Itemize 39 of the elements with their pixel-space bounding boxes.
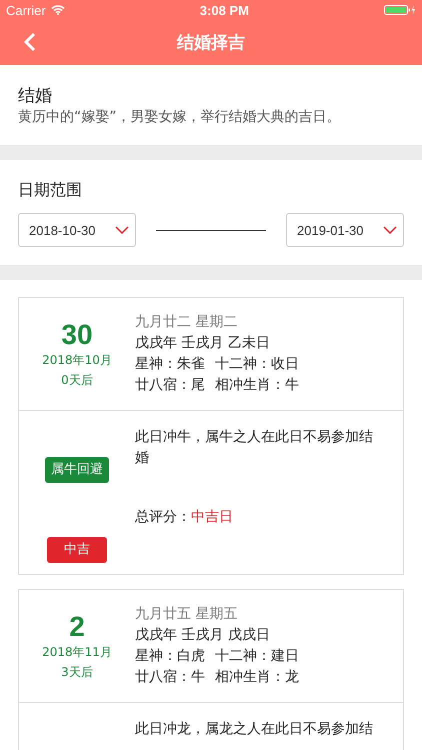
- wifi-icon: [50, 5, 65, 15]
- day-number: 30: [61, 320, 93, 350]
- lunar-date: 九月廿二 星期二: [135, 313, 238, 332]
- chevron-down-icon: [383, 226, 397, 234]
- star-god-text: 星神：白虎: [135, 647, 205, 666]
- battery-icon: [384, 4, 416, 16]
- page-title: 结婚择吉: [177, 32, 245, 54]
- rating-tag: 中吉: [47, 537, 107, 563]
- month-year: 2018年10月: [42, 352, 112, 369]
- ganzhi-text: 戊戌年 壬戌月 戊戌日: [135, 626, 271, 645]
- clash-note: 此日冲龙，属龙之人在此日不易参加结: [135, 720, 374, 739]
- event-description: 黄历中的“嫁娶”，男娶女嫁，举行结婚大典的吉日。: [18, 108, 342, 127]
- ganzhi-text: 戊戌年 壬戌月 乙未日: [135, 334, 271, 353]
- carrier-name: Carrier: [6, 2, 46, 18]
- mansion-text: 廿八宿：尾: [135, 376, 205, 395]
- clash-note: 此日冲牛，属牛之人在此日不易参加结婚: [135, 428, 374, 468]
- days-until: 0天后: [61, 372, 93, 389]
- date-range-label: 日期范围: [18, 179, 83, 201]
- start-date-dropdown[interactable]: 2018-10-30: [18, 213, 136, 247]
- mansion-text: 廿八宿：牛: [135, 668, 205, 687]
- clash-zodiac-text: 相冲生肖：龙: [215, 669, 299, 685]
- chevron-down-icon: [115, 226, 129, 234]
- lunar-date: 九月廿五 星期五: [135, 605, 238, 624]
- twelve-god-text: 十二神：收日: [215, 356, 299, 372]
- rating-label: 总评分：: [135, 509, 191, 525]
- clash-zodiac-text: 相冲生肖：牛: [215, 377, 299, 393]
- days-until: 3天后: [61, 664, 93, 681]
- end-date-dropdown[interactable]: 2019-01-30: [286, 213, 404, 247]
- day-card[interactable]: 2 2018年11月 3天后 九月廿五 星期五 戊戌年 壬戌月 戊戌日 星神：白虎 十二神：建日 廿八宿：牛 相冲生肖：龙 此日冲龙，属龙之人在此日不易参加结: [18, 589, 404, 750]
- star-god-text: 星神：朱雀: [135, 355, 205, 374]
- rating-value: 中吉日: [191, 509, 233, 525]
- back-button[interactable]: [24, 32, 36, 52]
- twelve-god-text: 十二神：建日: [215, 648, 299, 664]
- month-year: 2018年11月: [42, 644, 112, 661]
- day-card[interactable]: 30 2018年10月 0天后 九月廿二 星期二 戊戌年 壬戌月 乙未日 星神：朱雀 十二神：收日 廿八宿：尾 相冲生肖：牛 属牛回避 此日冲牛，属牛之人在此日不易参加结婚 中吉 总评分：中吉日: [18, 297, 404, 575]
- status-time: 3:08 PM: [200, 2, 249, 18]
- avoid-tag: 属牛回避: [45, 457, 109, 483]
- day-number: 2: [69, 612, 85, 642]
- event-title: 结婚: [18, 85, 53, 107]
